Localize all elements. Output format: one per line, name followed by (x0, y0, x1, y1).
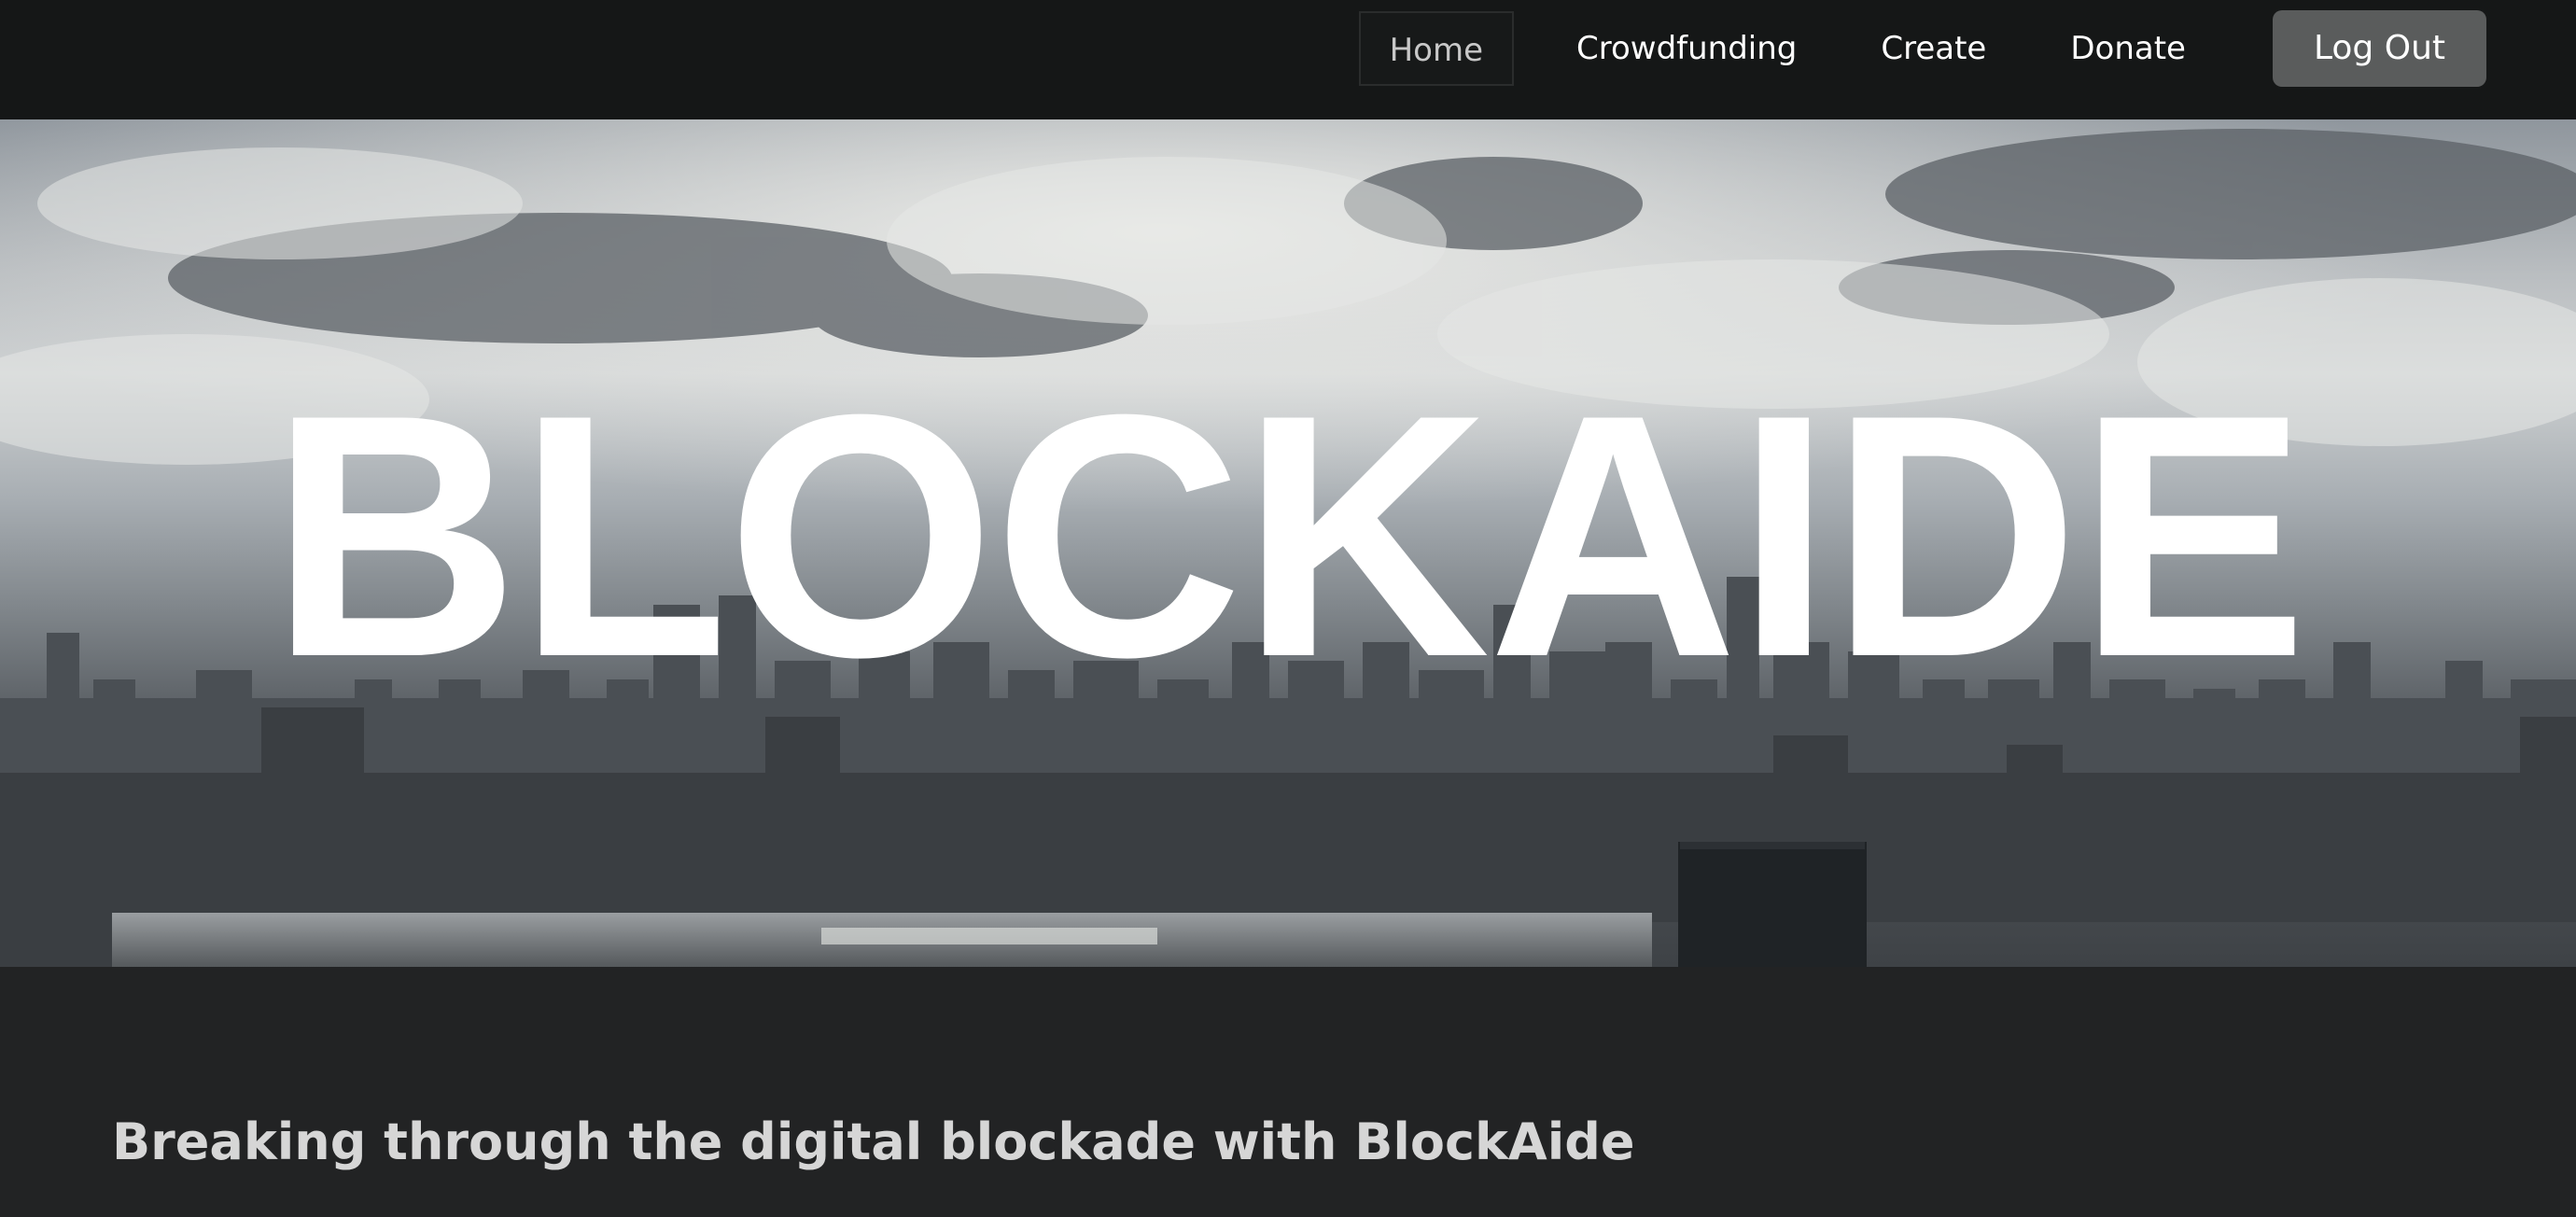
page-tagline: Breaking through the digital blockade wi… (112, 1112, 1635, 1171)
nav-item-donate[interactable]: Donate (2036, 11, 2220, 86)
hero-title: BLOCKAIDE (270, 343, 2307, 729)
hero-banner: BLOCKAIDE (0, 119, 2576, 967)
nav-item-create[interactable]: Create (1846, 11, 2021, 86)
logout-button[interactable]: Log Out (2272, 10, 2486, 87)
nav-links: Home Crowdfunding Create Donate Log Out (1358, 7, 2486, 90)
nav-item-home[interactable]: Home (1358, 11, 1514, 86)
nav-item-crowdfunding[interactable]: Crowdfunding (1542, 11, 1831, 86)
top-navbar: Home Crowdfunding Create Donate Log Out (0, 0, 2576, 119)
